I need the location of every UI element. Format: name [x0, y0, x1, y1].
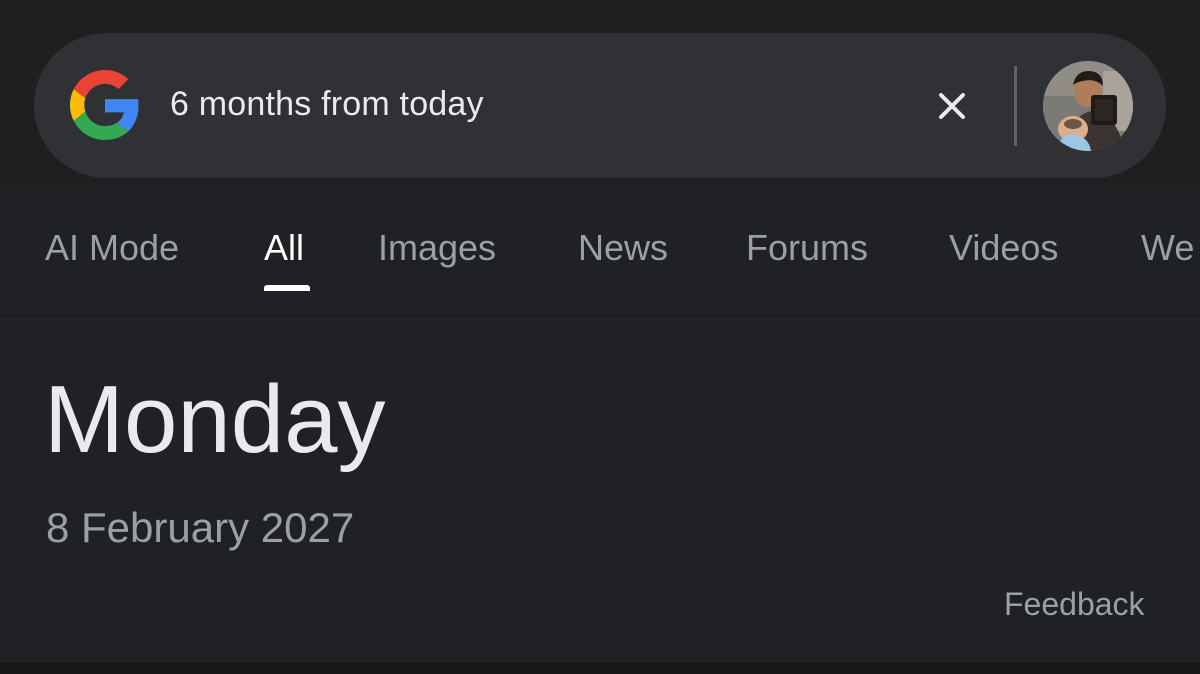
tab-forums[interactable]: Forums: [746, 226, 868, 270]
search-divider: [1014, 66, 1017, 146]
result-day: Monday: [44, 366, 386, 473]
header: 6 months from today: [0, 0, 1200, 183]
profile-photo: [1043, 61, 1133, 151]
tab-all[interactable]: All: [264, 226, 304, 270]
tab-videos[interactable]: Videos: [949, 226, 1058, 270]
tab-ai-mode[interactable]: AI Mode: [45, 226, 179, 270]
tab-news[interactable]: News: [578, 226, 668, 270]
clear-search-button[interactable]: [922, 76, 982, 136]
bottom-divider: [0, 663, 1200, 674]
feedback-link[interactable]: Feedback: [1004, 584, 1145, 624]
active-tab-indicator: [264, 285, 310, 291]
result-date: 8 February 2027: [46, 504, 355, 551]
search-input[interactable]: 6 months from today: [170, 82, 484, 126]
tab-images[interactable]: Images: [378, 226, 496, 270]
google-g-icon: [70, 70, 139, 140]
close-icon: [939, 93, 965, 119]
account-avatar[interactable]: [1043, 61, 1133, 151]
search-results-page: 6 months from today AI Mode All Images N…: [0, 0, 1200, 674]
tab-web[interactable]: We: [1141, 226, 1194, 270]
